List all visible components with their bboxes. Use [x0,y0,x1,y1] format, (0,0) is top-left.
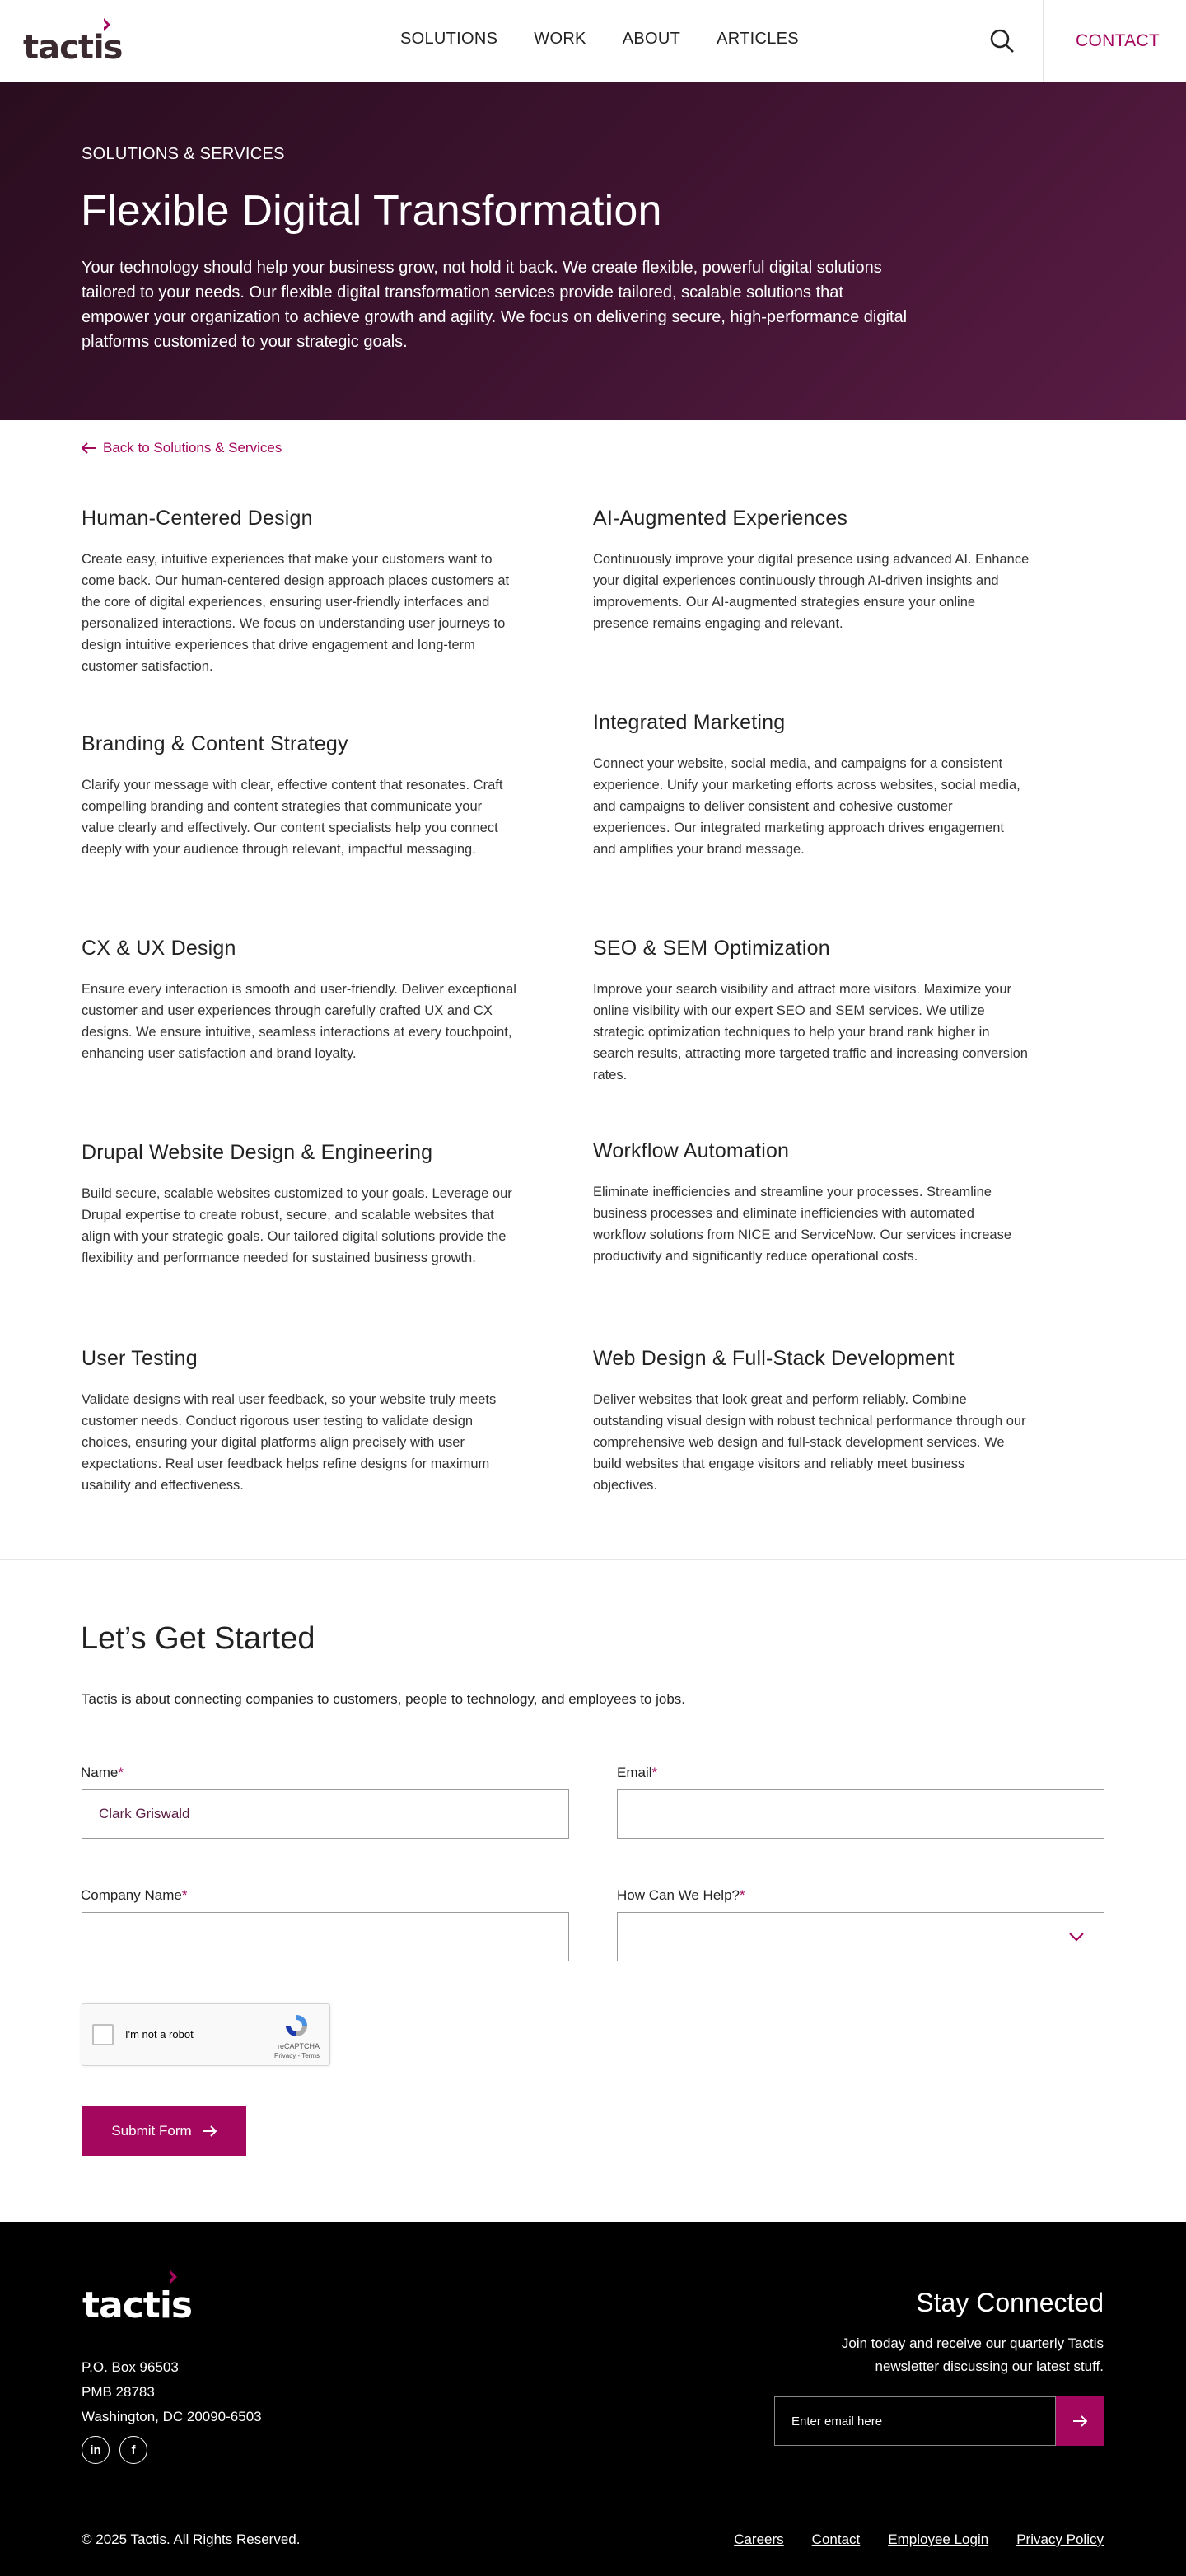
name-field-value: Clark Griswald [99,1806,190,1821]
service-text: Build secure, scalable websites customiz… [82,1186,512,1265]
submit-button-label: Submit Form [111,2123,192,2139]
nav-item-work[interactable]: WORK [534,30,586,49]
footer-link-privacy-policy[interactable]: Privacy Policy [1016,2532,1104,2548]
footer-link-contact[interactable]: Contact [812,2532,861,2548]
service-title: CX & UX Design [82,937,236,960]
address-line: P.O. Box 96503 [82,2359,179,2375]
service-text: Validate designs with real user feedback… [82,1392,497,1493]
site-header: tactis SOLUTIONS WORK ABOUT ARTICLES CON… [0,0,1186,82]
hero-banner: SOLUTIONS & SERVICES Flexible Digital Tr… [0,82,1186,420]
service-item: Human-Centered Design Create easy, intui… [82,507,518,677]
footer-link-employee-login[interactable]: Employee Login [888,2532,988,2548]
arrow-right-icon [1073,2415,1087,2427]
service-title: Human-Centered Design [82,507,313,530]
header-divider [1043,0,1044,82]
newsletter-text: Join today and receive our quarterly Tac… [841,2335,1104,2374]
service-text: Eliminate inefficiencies and streamline … [593,1185,1012,1264]
main-nav: SOLUTIONS WORK ABOUT ARTICLES [400,30,799,49]
service-title: AI-Augmented Experiences [593,507,848,530]
arrow-right-icon [202,2125,217,2137]
back-link[interactable]: Back to Solutions & Services [82,440,282,456]
service-item: AI-Augmented Experiences Continuously im… [593,507,1030,634]
service-item: CX & UX Design Ensure every interaction … [82,937,518,1064]
back-link-label: Back to Solutions & Services [103,440,282,456]
section-divider [0,1559,1186,1560]
service-title: Web Design & Full-Stack Development [593,1347,955,1370]
recaptcha-terms[interactable]: Privacy - Terms [274,2052,320,2059]
footer-address: P.O. Box 96503 PMB 28783 Washington, DC … [82,2355,262,2429]
logo-arrow-icon [170,2270,177,2284]
email-field[interactable] [617,1789,1104,1839]
service-item: User Testing Validate designs with real … [82,1347,518,1496]
linkedin-icon[interactable]: in [82,2436,110,2464]
recaptcha-label: I'm not a robot [125,2028,194,2041]
facebook-icon[interactable]: f [119,2436,147,2464]
footer-logo-wordmark: tactis [82,2284,193,2326]
service-text: Improve your search visibility and attra… [593,982,1028,1082]
footer-logo[interactable]: tactis [82,2270,193,2324]
service-text: Ensure every interaction is smooth and u… [82,982,516,1061]
name-label: Name* [81,1765,124,1780]
cta-subtitle: Tactis is about connecting companies to … [82,1691,686,1707]
newsletter-email-input[interactable]: Enter email here [774,2396,1056,2446]
copyright: © 2025 Tactis. All Rights Reserved. [82,2532,301,2547]
arrow-left-icon [82,442,96,454]
email-label: Email* [617,1765,658,1780]
search-icon [990,29,1014,53]
service-title: Workflow Automation [593,1139,790,1162]
help-select[interactable] [617,1912,1104,1961]
service-item: Integrated Marketing Connect your websit… [593,711,1030,860]
footer-links: Careers Contact Employee Login Privacy P… [734,2532,1104,2548]
logo-wordmark: tactis [23,29,123,67]
address-line: Washington, DC 20090-6503 [82,2409,262,2424]
company-field[interactable] [82,1912,569,1961]
service-title: Integrated Marketing [593,711,786,734]
service-text: Clarify your message with clear, effecti… [82,778,503,857]
service-text: Connect your website, social media, and … [593,756,1020,857]
hero-eyebrow: SOLUTIONS & SERVICES [82,145,285,163]
newsletter-placeholder: Enter email here [791,2414,883,2429]
service-item: SEO & SEM Optimization Improve your sear… [593,937,1030,1086]
help-label: How Can We Help?* [617,1887,745,1903]
service-title: Branding & Content Strategy [82,732,348,755]
service-item: Web Design & Full-Stack Development Deli… [593,1347,1030,1496]
contact-link[interactable]: CONTACT [1076,31,1160,51]
search-button[interactable] [988,27,1016,55]
cta-title: Let’s Get Started [81,1621,315,1656]
service-text: Continuously improve your digital presen… [593,552,1030,631]
service-item: Branding & Content Strategy Clarify your… [82,732,518,860]
service-title: SEO & SEM Optimization [593,937,830,960]
company-label: Company Name* [81,1887,188,1903]
recaptcha-brand: reCAPTCHA [277,2042,320,2050]
newsletter-submit-button[interactable] [1056,2396,1104,2446]
page-title: Flexible Digital Transformation [81,187,662,235]
service-text: Create easy, intuitive experiences that … [82,552,510,674]
chevron-down-icon [1069,1933,1084,1942]
name-field[interactable]: Clark Griswald [82,1789,569,1839]
hero-text: Your technology should help your busines… [82,259,908,351]
nav-item-about[interactable]: ABOUT [623,30,680,49]
logo-arrow-icon [104,18,110,31]
service-text: Deliver websites that look great and per… [593,1392,1026,1493]
tactis-logo[interactable]: tactis [23,18,123,67]
submit-button[interactable]: Submit Form [82,2106,246,2156]
nav-item-articles[interactable]: ARTICLES [717,30,799,49]
recaptcha-widget: I'm not a robot reCAPTCHA Privacy - Term… [82,2003,330,2066]
nav-item-solutions[interactable]: SOLUTIONS [400,30,497,49]
service-title: Drupal Website Design & Engineering [82,1141,433,1164]
site-footer: tactis P.O. Box 96503 PMB 28783 Washingt… [0,2222,1186,2576]
footer-link-careers[interactable]: Careers [734,2532,783,2548]
newsletter-title: Stay Connected [916,2288,1104,2317]
service-item: Drupal Website Design & Engineering Buil… [82,1141,518,1269]
recaptcha-checkbox[interactable] [92,2024,114,2045]
address-line: PMB 28783 [82,2384,155,2400]
recaptcha-icon [286,2015,307,2036]
page: tactis SOLUTIONS WORK ABOUT ARTICLES CON… [0,0,1186,2576]
service-item: Workflow Automation Eliminate inefficien… [593,1139,1030,1267]
service-title: User Testing [82,1347,198,1370]
